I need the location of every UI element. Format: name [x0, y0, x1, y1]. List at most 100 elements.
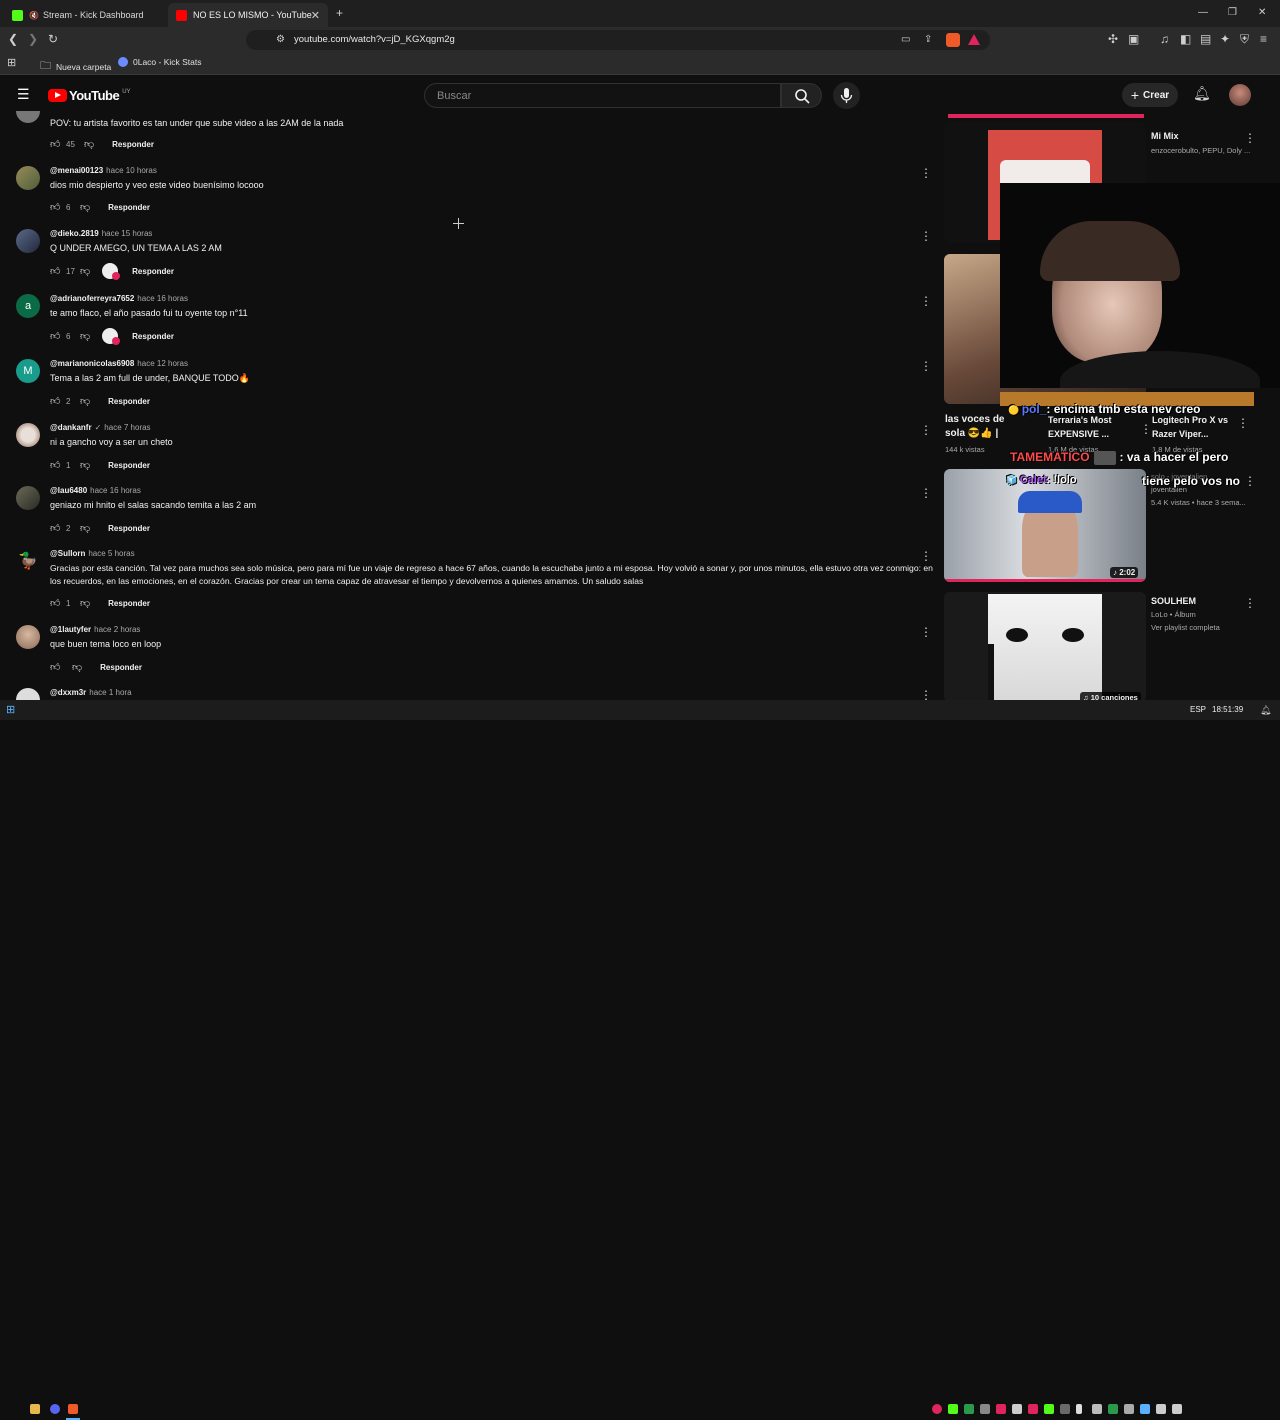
- comment-more-icon[interactable]: ⋮: [920, 486, 932, 500]
- file-explorer-icon[interactable]: [30, 1404, 40, 1414]
- reader-icon[interactable]: ▣: [1128, 33, 1139, 45]
- comment-avatar[interactable]: [16, 688, 40, 700]
- account-avatar[interactable]: [1229, 84, 1251, 106]
- reply-button[interactable]: Responder: [108, 599, 150, 608]
- dislike-icon[interactable]: 👎︎: [84, 138, 94, 150]
- like-icon[interactable]: 👍︎: [50, 522, 62, 534]
- like-icon[interactable]: 👍︎: [50, 597, 62, 609]
- comment-more-icon[interactable]: ⋮: [920, 549, 932, 563]
- comment-author[interactable]: @dieko.2819: [50, 229, 99, 238]
- reply-button[interactable]: Responder: [108, 524, 150, 533]
- comment-author[interactable]: @dankanfr: [50, 423, 92, 432]
- tray-app-icon[interactable]: [932, 1404, 942, 1414]
- tray-app-icon[interactable]: [1092, 1404, 1102, 1414]
- comment-avatar[interactable]: [16, 625, 40, 649]
- video-more-icon[interactable]: ⋮: [1244, 596, 1256, 610]
- dislike-icon[interactable]: 👎︎: [80, 395, 90, 407]
- tray-app-icon[interactable]: [980, 1404, 990, 1414]
- site-info-icon[interactable]: ⚙: [276, 34, 285, 46]
- reply-button[interactable]: Responder: [100, 663, 142, 672]
- tray-app-icon[interactable]: [1124, 1404, 1134, 1414]
- clock[interactable]: 18:51:39: [1212, 705, 1243, 714]
- windows-start-icon[interactable]: ⊞: [6, 704, 15, 716]
- comment-author[interactable]: @menai00123: [50, 166, 103, 175]
- wallet-icon[interactable]: ▤: [1200, 33, 1211, 45]
- extensions-icon[interactable]: ✣: [1108, 33, 1118, 45]
- view-full-playlist-link[interactable]: Ver playlist completa: [1151, 623, 1220, 632]
- comment-author[interactable]: @adrianoferreyra7652: [50, 294, 134, 303]
- create-button[interactable]: + Crear: [1122, 83, 1178, 107]
- discord-icon[interactable]: [50, 1404, 60, 1414]
- dislike-icon[interactable]: 👎︎: [72, 661, 82, 673]
- like-icon[interactable]: 👍︎: [50, 138, 62, 150]
- share-icon[interactable]: ⇪: [924, 34, 932, 46]
- dislike-icon[interactable]: 👎︎: [80, 522, 90, 534]
- video-title[interactable]: Terraria's Most EXPENSIVE ...: [1048, 413, 1130, 441]
- comment-time[interactable]: hace 7 horas: [104, 423, 150, 432]
- dislike-icon[interactable]: 👎︎: [80, 459, 90, 471]
- volume-icon[interactable]: [1172, 1404, 1182, 1414]
- comment-avatar[interactable]: 🦆: [16, 549, 40, 573]
- vpn-icon[interactable]: ⛨: [1240, 33, 1249, 45]
- comment-author[interactable]: @lau6480: [50, 486, 87, 495]
- reply-button[interactable]: Responder: [108, 203, 150, 212]
- hamburger-menu-icon[interactable]: ☰: [17, 87, 30, 101]
- address-bar[interactable]: ⚙ youtube.com/watch?v=jD_KGXqgm2g ▭ ⇪: [246, 30, 990, 50]
- comment-avatar[interactable]: [16, 423, 40, 447]
- dislike-icon[interactable]: 👎︎: [80, 265, 90, 277]
- comment-time[interactable]: hace 16 horas: [137, 294, 188, 303]
- bookmark-folder[interactable]: 🗀 Nueva carpeta: [40, 57, 111, 76]
- comment-avatar[interactable]: [16, 111, 40, 123]
- comment-time[interactable]: hace 2 horas: [94, 625, 140, 634]
- comment-time[interactable]: hace 16 horas: [90, 486, 141, 495]
- like-icon[interactable]: 👍︎: [50, 661, 62, 673]
- tray-app-icon[interactable]: [1060, 1404, 1070, 1414]
- like-icon[interactable]: 👍︎: [50, 330, 62, 342]
- bookmark-kick-stats[interactable]: 0Laco - Kick Stats: [118, 57, 202, 67]
- dislike-icon[interactable]: 👎︎: [80, 201, 90, 213]
- playlist-thumbnail[interactable]: [944, 592, 1146, 702]
- notifications-bell-icon[interactable]: 🔔︎: [1193, 86, 1211, 100]
- back-icon[interactable]: ❮: [8, 33, 18, 45]
- cast-icon[interactable]: ▭: [901, 34, 910, 46]
- forward-icon[interactable]: ❯: [28, 33, 38, 45]
- language-indicator[interactable]: ESP: [1190, 705, 1206, 714]
- like-icon[interactable]: 👍︎: [50, 459, 62, 471]
- comment-avatar[interactable]: a: [16, 294, 40, 318]
- like-icon[interactable]: 👍︎: [50, 265, 62, 277]
- search-input[interactable]: Buscar: [424, 83, 781, 108]
- reply-button[interactable]: Responder: [108, 461, 150, 470]
- reply-button[interactable]: Responder: [108, 397, 150, 406]
- leo-icon[interactable]: ✦: [1220, 33, 1230, 45]
- comment-more-icon[interactable]: ⋮: [920, 359, 932, 373]
- dislike-icon[interactable]: 👎︎: [80, 330, 90, 342]
- apps-grid-icon[interactable]: ⊞: [7, 57, 16, 69]
- sidebar-icon[interactable]: ◧: [1180, 33, 1191, 45]
- comment-author[interactable]: @marianonicolas6908: [50, 359, 134, 368]
- voice-search-button[interactable]: [833, 82, 860, 109]
- brave-shield-icon[interactable]: [946, 33, 960, 47]
- comment-more-icon[interactable]: ⋮: [920, 423, 932, 437]
- comment-more-icon[interactable]: ⋮: [920, 229, 932, 243]
- playlist-artist[interactable]: LoLo • Álbum: [1151, 610, 1196, 619]
- video-channel[interactable]: enzocerobulto, PEPU, Doly ...: [1151, 146, 1250, 155]
- tray-app-icon[interactable]: [964, 1404, 974, 1414]
- brave-taskbar-icon[interactable]: [68, 1404, 78, 1414]
- notifications-icon[interactable]: 🔔︎: [1260, 704, 1271, 716]
- comment-avatar[interactable]: [16, 166, 40, 190]
- comment-author[interactable]: @1lautyfer: [50, 625, 91, 634]
- comment-avatar[interactable]: M: [16, 359, 40, 383]
- video-title[interactable]: Logitech Pro X vs Razer Viper...: [1152, 413, 1234, 441]
- video-more-icon[interactable]: ⋮: [1244, 474, 1256, 488]
- tray-app-icon[interactable]: [1012, 1404, 1022, 1414]
- network-icon[interactable]: [1156, 1404, 1166, 1414]
- comment-author[interactable]: @dxxm3r: [50, 688, 86, 697]
- reload-icon[interactable]: ↻: [48, 33, 58, 45]
- playlist-title[interactable]: SOULHEM: [1151, 596, 1196, 606]
- video-more-icon[interactable]: ⋮: [1244, 131, 1256, 145]
- video-title[interactable]: las voces de sola 😎👍 |: [945, 413, 1007, 441]
- reply-button[interactable]: Responder: [132, 332, 174, 341]
- like-icon[interactable]: 👍︎: [50, 201, 62, 213]
- tray-app-icon[interactable]: [1108, 1404, 1118, 1414]
- comment-more-icon[interactable]: ⋮: [920, 625, 932, 639]
